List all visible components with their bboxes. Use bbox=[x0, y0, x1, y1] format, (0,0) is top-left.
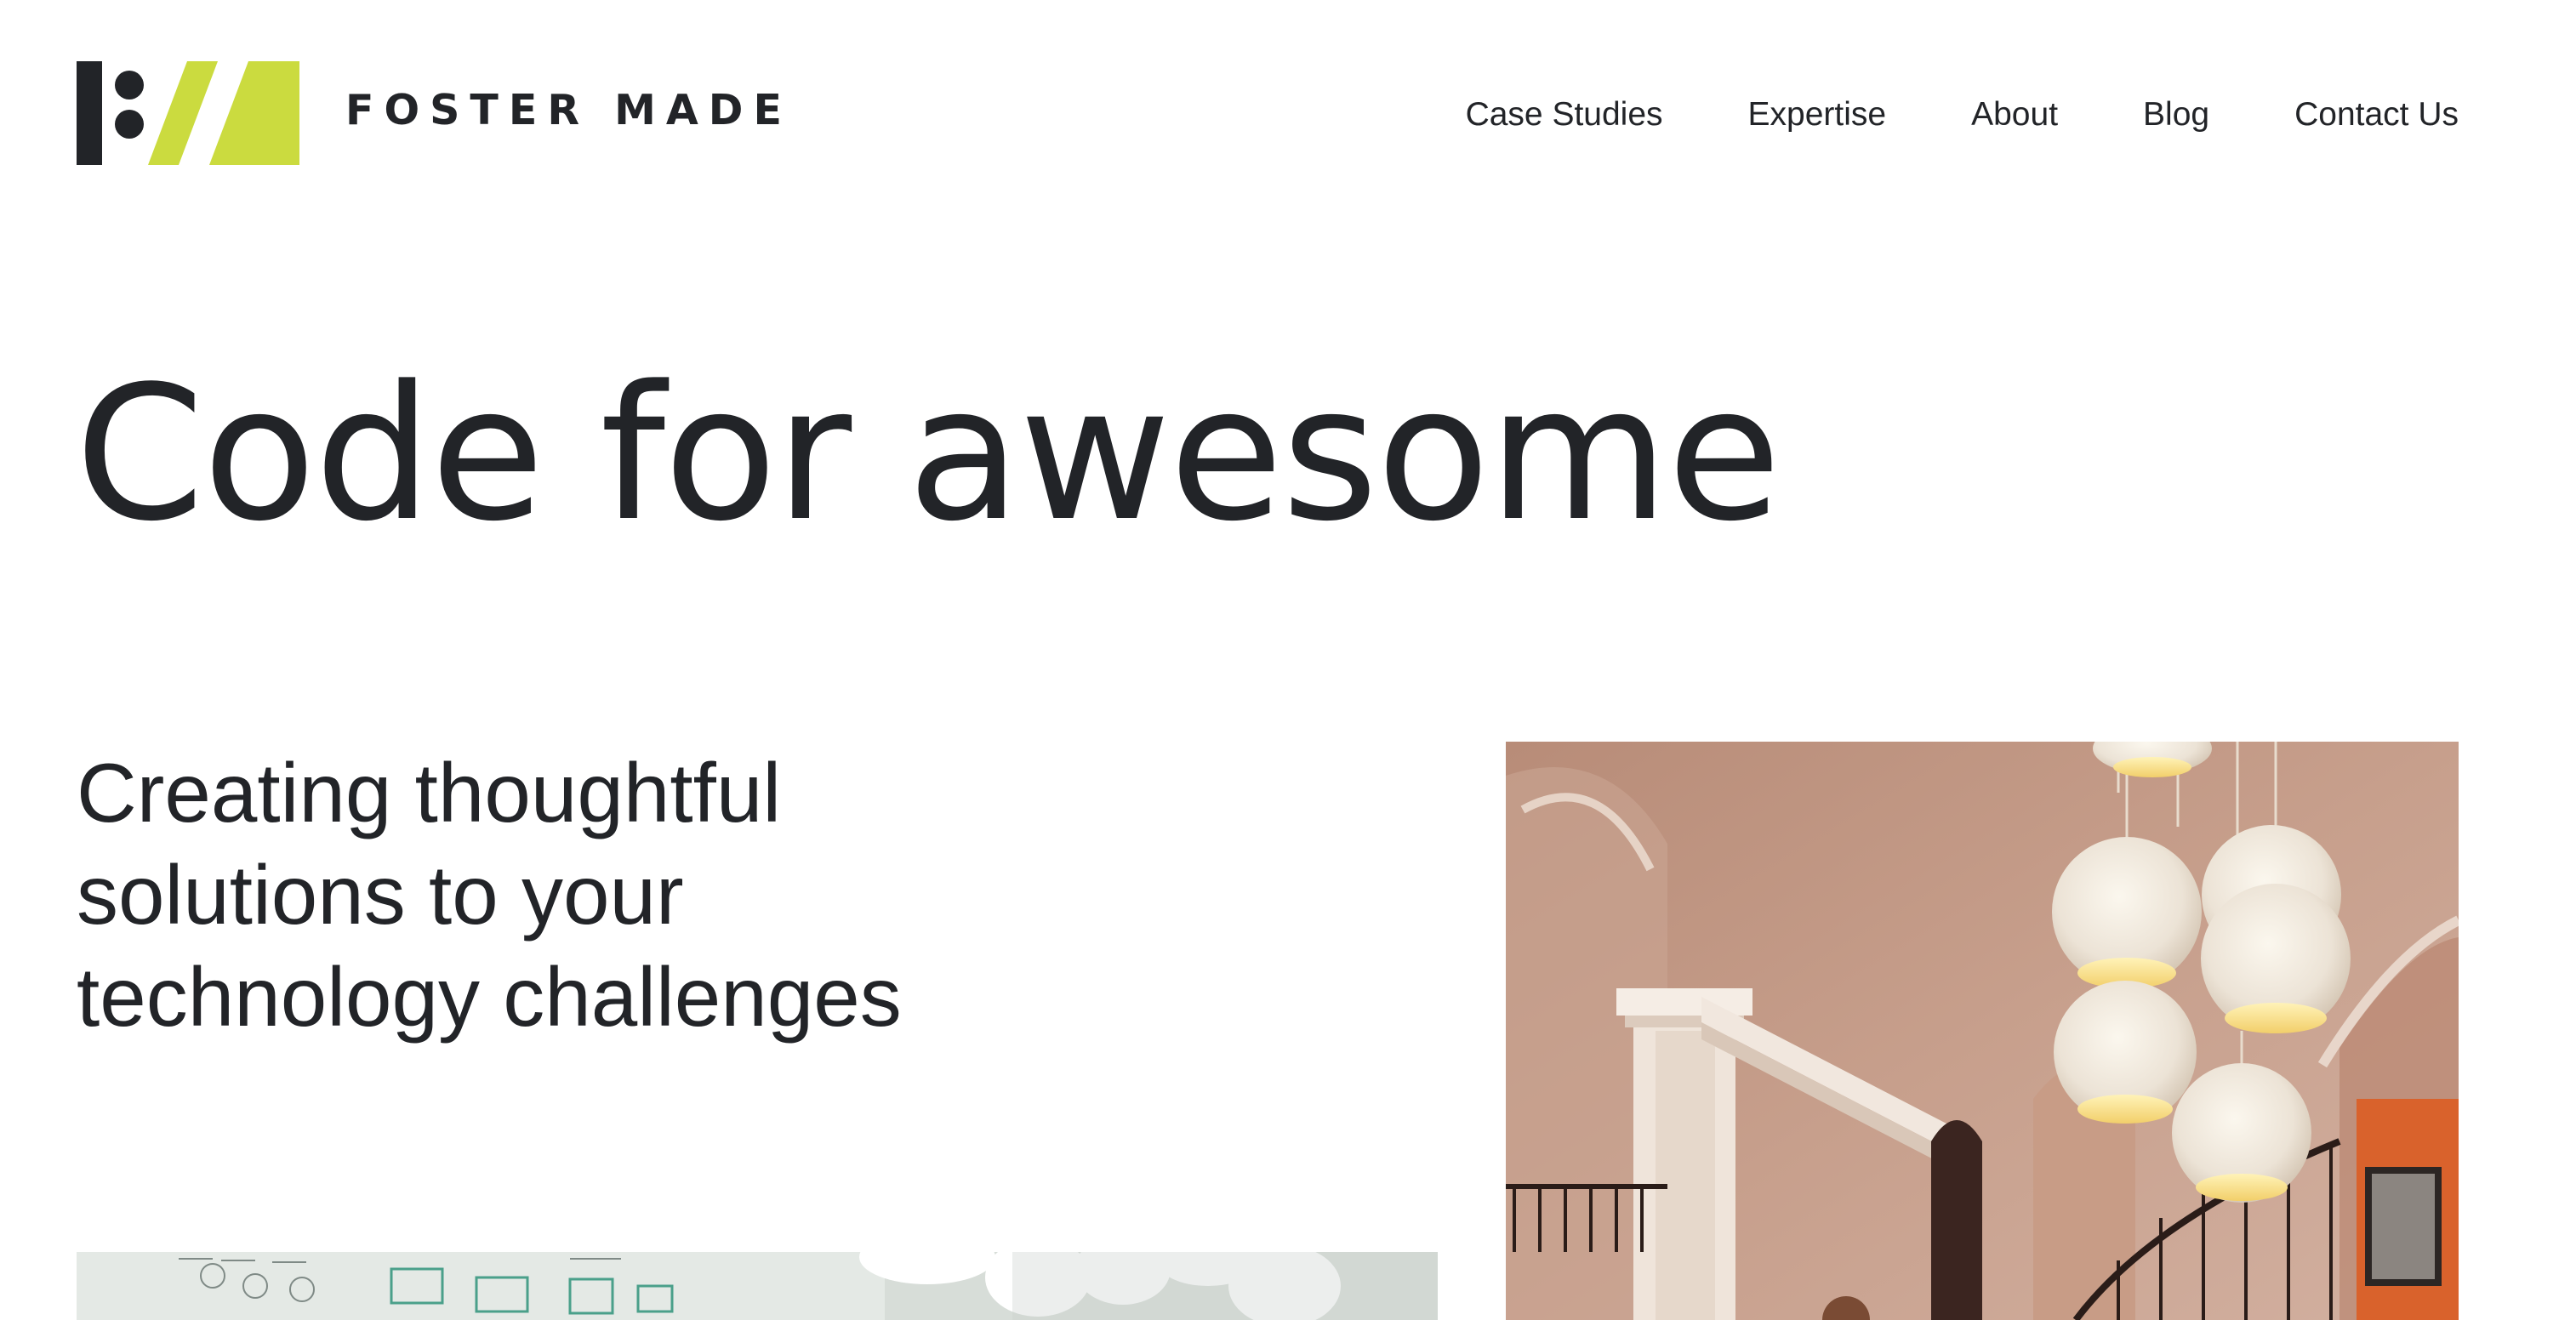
nav-contact-us[interactable]: Contact Us bbox=[2294, 92, 2459, 138]
brand-name: FOSTER MADE bbox=[345, 86, 792, 134]
nav-case-studies[interactable]: Case Studies bbox=[1466, 92, 1663, 138]
hero-title: Code for awesome bbox=[75, 347, 1781, 562]
nav-about[interactable]: About bbox=[1971, 92, 2058, 138]
office-photo bbox=[77, 1252, 1438, 1320]
interior-photo bbox=[1506, 742, 2459, 1320]
foster-made-logo-icon bbox=[77, 61, 299, 165]
nav-expertise[interactable]: Expertise bbox=[1748, 92, 1887, 138]
nav-blog[interactable]: Blog bbox=[2143, 92, 2209, 138]
main-nav: Case Studies Expertise About Blog Contac… bbox=[1466, 92, 2459, 138]
hero-subtitle: Creating thoughtful solutions to your te… bbox=[77, 746, 902, 1044]
